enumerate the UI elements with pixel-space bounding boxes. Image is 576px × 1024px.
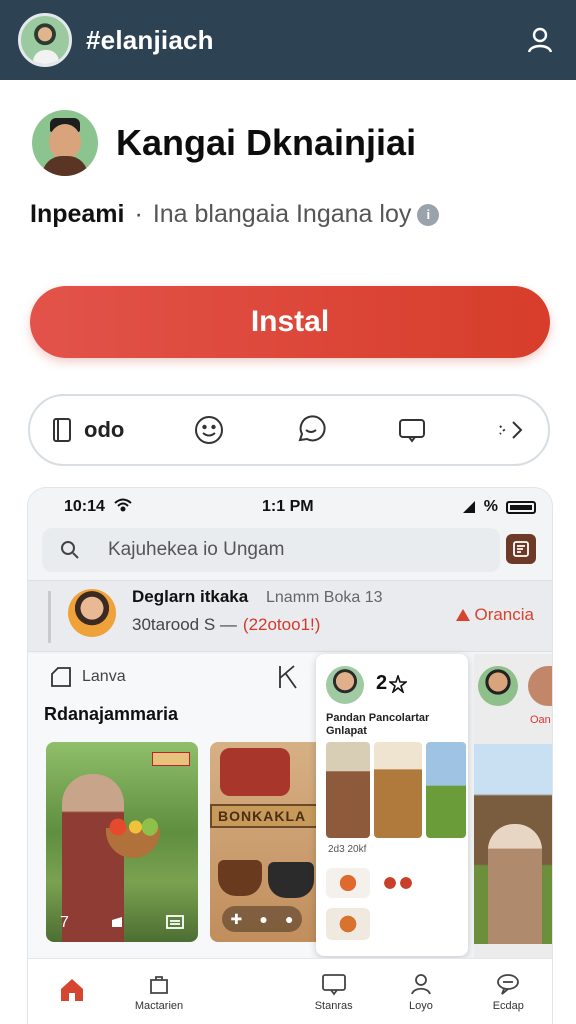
- creator-detail-text: 30tarood S —: [132, 615, 237, 634]
- right-panel[interactable]: Oan: [474, 654, 552, 958]
- document-icon: [53, 418, 71, 442]
- card-photo: [374, 742, 422, 838]
- app-description: Ina blangaia Ingana loy: [152, 200, 412, 228]
- tag-icon: [51, 667, 71, 687]
- app-store-page: #elanjiach Kangai Dknainjiai Inpeami · I…: [0, 0, 576, 1024]
- tab-loyo-label: Loyo: [409, 999, 433, 1012]
- card-count: 2: [376, 672, 408, 695]
- food-image: [378, 868, 418, 898]
- status-right: %: [462, 498, 536, 516]
- search-bar[interactable]: Kajuhekea io Ungam: [42, 528, 500, 572]
- warning-icon: [456, 609, 471, 621]
- creator-badge-label: Orancia: [474, 605, 534, 624]
- app-screenshot[interactable]: 10:14 1:1 PM % Kajuhekea io Ungam Deglar…: [28, 488, 552, 1024]
- fullscreen-icon[interactable]: [166, 914, 184, 930]
- comment-icon[interactable]: [397, 415, 427, 445]
- move-icon[interactable]: ✚: [231, 911, 243, 928]
- video-icon[interactable]: [109, 914, 125, 930]
- share-icon[interactable]: [496, 415, 526, 445]
- message-icon: [497, 973, 520, 995]
- tab-loyo[interactable]: Loyo: [377, 959, 464, 1024]
- person-icon: [411, 973, 431, 994]
- app-icon: [32, 110, 98, 176]
- creator-avatar: [68, 589, 116, 637]
- tab-mactarien-label: Mactarien: [134, 999, 184, 1012]
- info-icon[interactable]: i: [417, 203, 440, 226]
- wifi-icon: [114, 498, 132, 512]
- status-clock: 1:1 PM: [262, 498, 314, 515]
- status-time: 10:14: [64, 498, 105, 515]
- profile-avatar[interactable]: [18, 13, 72, 67]
- search-icon: [61, 541, 79, 559]
- creator-name: Deglarn itkaka: [132, 587, 249, 606]
- battery-icon: [506, 500, 536, 514]
- home-icon: [60, 978, 83, 1001]
- divider: [48, 591, 51, 643]
- kitchen-sign: BONKAKLA: [210, 804, 318, 828]
- left-panel-header[interactable]: Lanva: [48, 666, 126, 688]
- app-header: Kangai Dknainjiai: [32, 110, 416, 176]
- signal-text: %: [483, 498, 498, 515]
- creator-detail-highlight: (22otoo1!): [242, 615, 321, 634]
- card-photo: [326, 742, 370, 838]
- bookmark-icon[interactable]: [276, 664, 300, 690]
- image-control-text: 7: [60, 914, 69, 931]
- tab-mactarien[interactable]: Mactarien: [115, 959, 202, 1024]
- featured-card[interactable]: 2 Pandan Pancolartar Gnlapat 2d3 20kf: [316, 654, 468, 956]
- market-woman-image[interactable]: 7: [46, 742, 198, 942]
- right-panel-label: Oan: [530, 714, 551, 726]
- card-avatar: [326, 666, 364, 704]
- signal-icon: [462, 501, 475, 513]
- bottom-tab-bar: Mactarien Stanras Loyo Ecdap: [28, 958, 552, 1024]
- chat-box-icon: [321, 973, 346, 995]
- food-image: [326, 868, 370, 898]
- creator-row[interactable]: Deglarn itkaka Lnamm Boka 13 30tarood S …: [28, 580, 552, 652]
- creator-detail: 30tarood S — (22otoo1!): [132, 615, 320, 635]
- dot-icon: ●: [284, 911, 294, 927]
- separator: ·: [134, 200, 143, 228]
- tab-stanras-label: Stanras: [314, 999, 353, 1012]
- filter-button[interactable]: [506, 534, 536, 564]
- card-count-value: 2: [376, 672, 388, 694]
- search-placeholder: Kajuhekea io Ungam: [108, 539, 285, 560]
- chat-icon[interactable]: [294, 414, 328, 446]
- creator-meta: Lnamm Boka 13: [266, 589, 383, 606]
- tab-ecdap-label: Ecdap: [492, 999, 524, 1012]
- left-panel-label: Lanva: [82, 668, 126, 685]
- app-name: Kangai Dknainjiai: [116, 122, 417, 163]
- smile-icon[interactable]: [193, 414, 225, 446]
- install-button[interactable]: Instal: [30, 286, 550, 358]
- document-action[interactable]: odo: [50, 416, 124, 444]
- card-photo: [426, 742, 466, 838]
- media-controls[interactable]: ✚ ● ●: [222, 906, 302, 932]
- action-bar: odo: [28, 394, 550, 466]
- villager-image: [488, 824, 542, 944]
- user-icon[interactable]: [522, 22, 558, 58]
- tab-ecdap[interactable]: Ecdap: [465, 959, 552, 1024]
- star-icon: [389, 674, 408, 693]
- right-panel-avatar: [528, 666, 552, 706]
- dot-icon: ●: [259, 911, 268, 927]
- top-bar-title: #elanjiach: [86, 24, 214, 55]
- kitchen-image[interactable]: BONKAKLA ✚ ● ●: [210, 742, 318, 942]
- bag-icon: [150, 975, 168, 994]
- tab-home[interactable]: [28, 959, 115, 1024]
- image-controls: 7: [60, 914, 184, 932]
- card-caption: 2d3 20kf: [328, 844, 367, 855]
- app-subtitle: Inpeami · Ina blangaia Ingana loy i: [30, 200, 440, 229]
- left-panel: Lanva Rdanajammaria 7 BONKAKLA ✚ ● ●: [28, 654, 318, 958]
- document-action-label: odo: [84, 417, 125, 442]
- tab-stanras[interactable]: Stanras: [290, 959, 377, 1024]
- status-bar: 10:14 1:1 PM %: [28, 488, 552, 526]
- right-panel-avatar: [478, 666, 518, 706]
- developer-name[interactable]: Inpeami: [30, 200, 124, 229]
- left-panel-heading: Rdanajammaria: [44, 704, 179, 724]
- food-image: [326, 908, 370, 940]
- creator-badge[interactable]: Orancia: [456, 605, 534, 625]
- tab-blank: [203, 959, 290, 1024]
- top-bar: #elanjiach: [0, 0, 576, 80]
- card-title: Pandan Pancolartar Gnlapat: [326, 712, 430, 737]
- filter-icon: [513, 541, 529, 557]
